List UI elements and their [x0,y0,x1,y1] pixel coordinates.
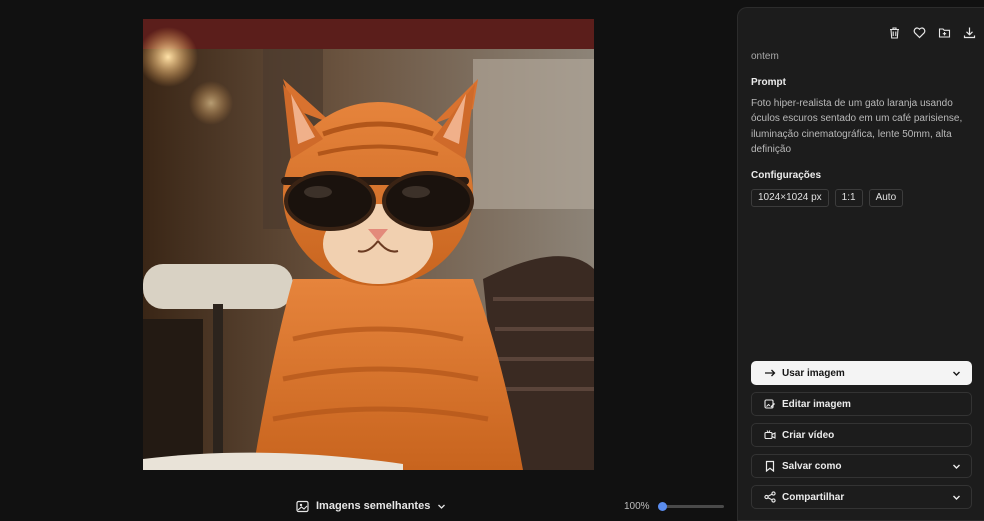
cat-photo [143,19,594,470]
save-as-label: Salvar como [782,460,842,472]
edit-image-button[interactable]: Editar imagem [751,392,972,416]
panel-action-bar [888,26,976,39]
download-icon[interactable] [963,26,976,39]
similar-images-button[interactable]: Imagens semelhantes [296,495,446,517]
use-image-button[interactable]: Usar imagem [751,361,972,385]
bottom-toolbar: Imagens semelhantes 100% [0,490,736,521]
edit-image-label: Editar imagem [782,398,851,410]
chevron-down-icon [952,462,961,471]
chevron-down-icon [952,493,961,502]
share-icon [764,491,776,503]
creation-date: ontem [751,51,779,62]
details-panel: ontem Prompt Foto hiper-realista de um g… [737,7,984,521]
folder-add-icon[interactable] [938,26,951,39]
trash-icon[interactable] [888,26,901,39]
similar-images-label: Imagens semelhantes [316,500,431,512]
image-stage: Imagens semelhantes 100% [0,0,736,521]
save-as-button[interactable]: Salvar como [751,454,972,478]
bookmark-icon [764,460,776,473]
prompt-heading: Prompt [751,77,786,88]
quality-chip: Auto [868,189,904,207]
use-image-label: Usar imagem [782,367,845,379]
resolution-chip: 1024×1024 px [751,189,829,207]
video-icon [764,429,776,441]
aspect-ratio-chip: 1:1 [834,189,863,207]
chevron-down-icon [952,369,961,378]
share-label: Compartilhar [782,491,845,503]
settings-heading: Configurações [751,170,822,181]
zoom-level-text: 100% [624,501,650,512]
generated-image[interactable] [143,19,594,470]
create-video-label: Criar vídeo [782,429,835,441]
create-video-button[interactable]: Criar vídeo [751,423,972,447]
chevron-down-icon [437,502,446,511]
heart-icon[interactable] [913,26,926,39]
arrow-right-icon [764,367,776,379]
image-search-icon [296,500,309,513]
share-button[interactable]: Compartilhar [751,485,972,509]
zoom-slider-knob[interactable] [658,502,667,511]
settings-chips: 1024×1024 px 1:1 Auto [751,189,904,207]
prompt-text: Foto hiper-realista de um gato laranja u… [751,98,963,156]
edit-image-icon [764,398,776,410]
zoom-slider[interactable] [658,502,724,511]
